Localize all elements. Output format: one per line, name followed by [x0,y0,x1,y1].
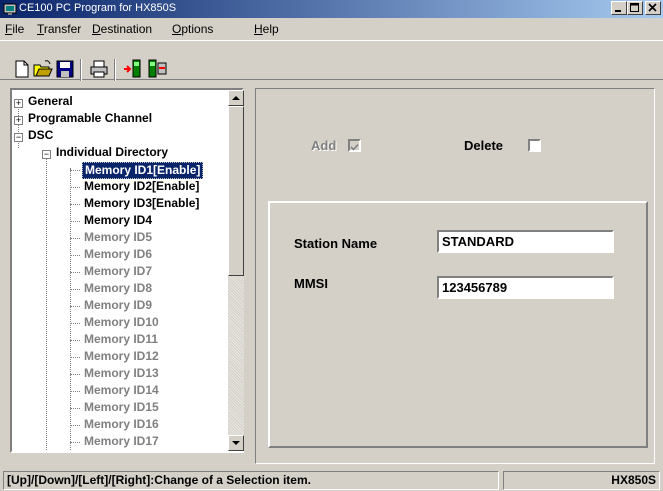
open-folder-icon [33,60,53,77]
window-title: CE100 PC Program for HX850S [19,2,177,14]
save-button[interactable] [54,58,76,80]
tree-line [70,289,80,290]
status-hint: [Up]/[Down]/[Left]/[Right]:Change of a S… [3,471,499,490]
transfer-to-radio-icon [124,59,141,78]
transfer-to-radio-button[interactable] [122,58,144,80]
transfer-from-radio-icon [148,59,167,78]
tree-item-memory-id[interactable]: Memory ID11 [82,332,160,349]
tree-line [70,272,80,273]
new-file-button[interactable] [11,58,33,80]
delete-checkbox[interactable] [528,139,541,152]
tree-item-memory-id[interactable]: Memory ID14 [82,383,161,400]
title-bar[interactable]: CE100 PC Program for HX850S [0,0,663,18]
tree-item-memory-id[interactable]: Memory ID10 [82,315,161,332]
tree-line [70,255,80,256]
tree-item-general[interactable]: General [26,94,75,111]
scroll-down-button[interactable] [228,435,244,451]
scroll-up-button[interactable] [228,90,244,106]
toolbar-separator [80,59,82,81]
mmsi-field[interactable]: 123456789 [437,276,614,299]
tree-item-memory-id[interactable]: Memory ID8 [82,281,154,298]
tree-line [70,170,80,171]
tree-item-memory-id[interactable]: Memory ID16 [82,417,161,434]
print-button[interactable] [88,58,110,80]
close-icon [648,3,657,12]
delete-label: Delete [464,138,504,153]
tree-item-memory-id[interactable]: Memory ID3[Enable] [82,196,201,213]
station-name-field[interactable]: STANDARD [437,230,614,253]
app-icon [3,3,17,15]
tree-line [70,391,80,392]
tree-line [70,306,80,307]
tree-line [70,442,80,443]
new-file-icon [15,60,29,78]
menu-help[interactable]: Help [254,22,279,36]
tree-line [70,340,80,341]
tree-line [70,187,80,188]
tree-line [70,323,80,324]
tree-item-memory-id[interactable]: Memory ID13 [82,366,161,383]
print-icon [90,60,108,78]
collapse-icon[interactable]: − [14,133,23,142]
menu-options[interactable]: Options [172,22,213,36]
status-bar: [Up]/[Down]/[Left]/[Right]:Change of a S… [0,470,663,491]
tree-item-programable-channel[interactable]: Programable Channel [26,111,154,128]
expand-icon[interactable]: + [14,99,23,108]
menu-bar: File Transfer Destination Options Help [0,19,663,39]
minimize-icon [615,10,621,12]
menu-destination[interactable]: Destination [92,22,152,36]
tree-line [70,238,80,239]
tree-line [70,374,80,375]
arrow-down-icon [232,441,240,445]
open-button[interactable] [32,58,54,80]
mmsi-label: MMSI [294,276,328,291]
close-button[interactable] [645,1,661,15]
collapse-icon[interactable]: − [42,150,51,159]
toolbar [0,40,663,81]
scroll-thumb[interactable] [228,106,244,276]
tree-line [70,408,80,409]
minimize-button[interactable] [611,1,627,15]
tree-line [46,152,47,451]
tree-item-memory-id[interactable]: Memory ID5 [82,230,154,247]
add-checkbox [348,139,361,152]
save-disk-icon [56,60,74,78]
tree-item-individual-directory[interactable]: Individual Directory [54,145,170,162]
tree-line [70,221,80,222]
toolbar-separator [114,59,116,81]
tree-item-memory-id[interactable]: Memory ID7 [82,264,154,281]
tree-item-memory-id[interactable]: Memory ID4 [82,213,154,230]
tree-item-memory-id[interactable]: Memory ID12 [82,349,161,366]
settings-tree[interactable]: + General + Programable Channel − DSC − … [10,88,244,453]
tree-line [70,204,80,205]
tree-item-memory-id[interactable]: Memory ID9 [82,298,154,315]
add-label: Add [311,138,337,153]
tree-scrollbar[interactable] [228,90,244,451]
transfer-from-radio-button[interactable] [146,58,168,80]
station-name-label: Station Name [294,236,378,251]
checkmark-icon [350,143,359,151]
tree-item-memory-id[interactable]: Memory ID1[Enable] [82,162,204,179]
tree-item-memory-id[interactable]: Memory ID2[Enable] [82,179,201,196]
tree-item-dsc[interactable]: DSC [26,128,55,145]
status-model: HX850S [503,471,660,490]
tree-line [70,357,80,358]
menu-file[interactable]: File [5,22,24,36]
expand-icon[interactable]: + [14,116,23,125]
tree-line [70,425,80,426]
maximize-button[interactable] [627,1,643,15]
tree-line [70,168,71,451]
tree-item-memory-id[interactable]: Memory ID15 [82,400,161,417]
tree-item-memory-id[interactable]: Memory ID6 [82,247,154,264]
tree-item-memory-id[interactable]: Memory ID17 [82,434,161,451]
maximize-icon [630,3,639,12]
menu-transfer[interactable]: Transfer [37,22,81,36]
arrow-up-icon [232,96,240,100]
